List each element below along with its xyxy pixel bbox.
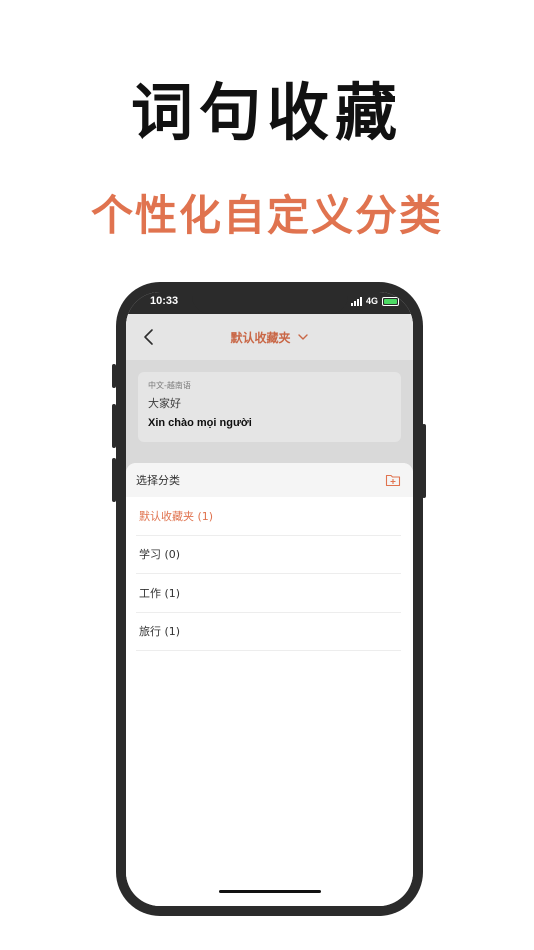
status-bar: 10:33 4G	[126, 292, 413, 314]
category-item-study[interactable]: 学习 (0)	[136, 536, 401, 574]
status-time: 10:33	[150, 295, 179, 307]
battery-icon	[382, 296, 399, 306]
promo-title: 词句收藏	[130, 76, 403, 149]
phone-screen: 10:33 4G 默认收藏夹 中文-越南语 大家好 Xin chào mọi n…	[126, 292, 413, 906]
status-indicators: 4G	[350, 296, 399, 306]
sheet-header: 选择分类	[126, 463, 413, 497]
network-type: 4G	[365, 296, 378, 306]
category-list: 默认收藏夹 (1) 学习 (0) 工作 (1) 旅行 (1)	[126, 497, 413, 651]
home-indicator[interactable]	[219, 890, 321, 893]
add-folder-icon[interactable]	[385, 472, 401, 488]
app-content: 默认收藏夹 中文-越南语 大家好 Xin chào mọi người 选择分类	[126, 314, 413, 906]
signal-icon	[350, 296, 362, 306]
category-item-travel[interactable]: 旅行 (1)	[136, 613, 401, 651]
category-sheet: 选择分类 默认收藏夹 (1) 学习 (0) 工作 (1) 旅行 (1)	[126, 463, 413, 906]
sheet-title: 选择分类	[136, 474, 180, 487]
promo-subtitle: 个性化自定义分类	[90, 191, 443, 240]
phone-frame: 10:33 4G 默认收藏夹 中文-越南语 大家好 Xin chào mọi n…	[116, 282, 423, 916]
category-item-default[interactable]: 默认收藏夹 (1)	[136, 497, 401, 536]
notch	[192, 292, 348, 314]
category-item-work[interactable]: 工作 (1)	[136, 574, 401, 613]
